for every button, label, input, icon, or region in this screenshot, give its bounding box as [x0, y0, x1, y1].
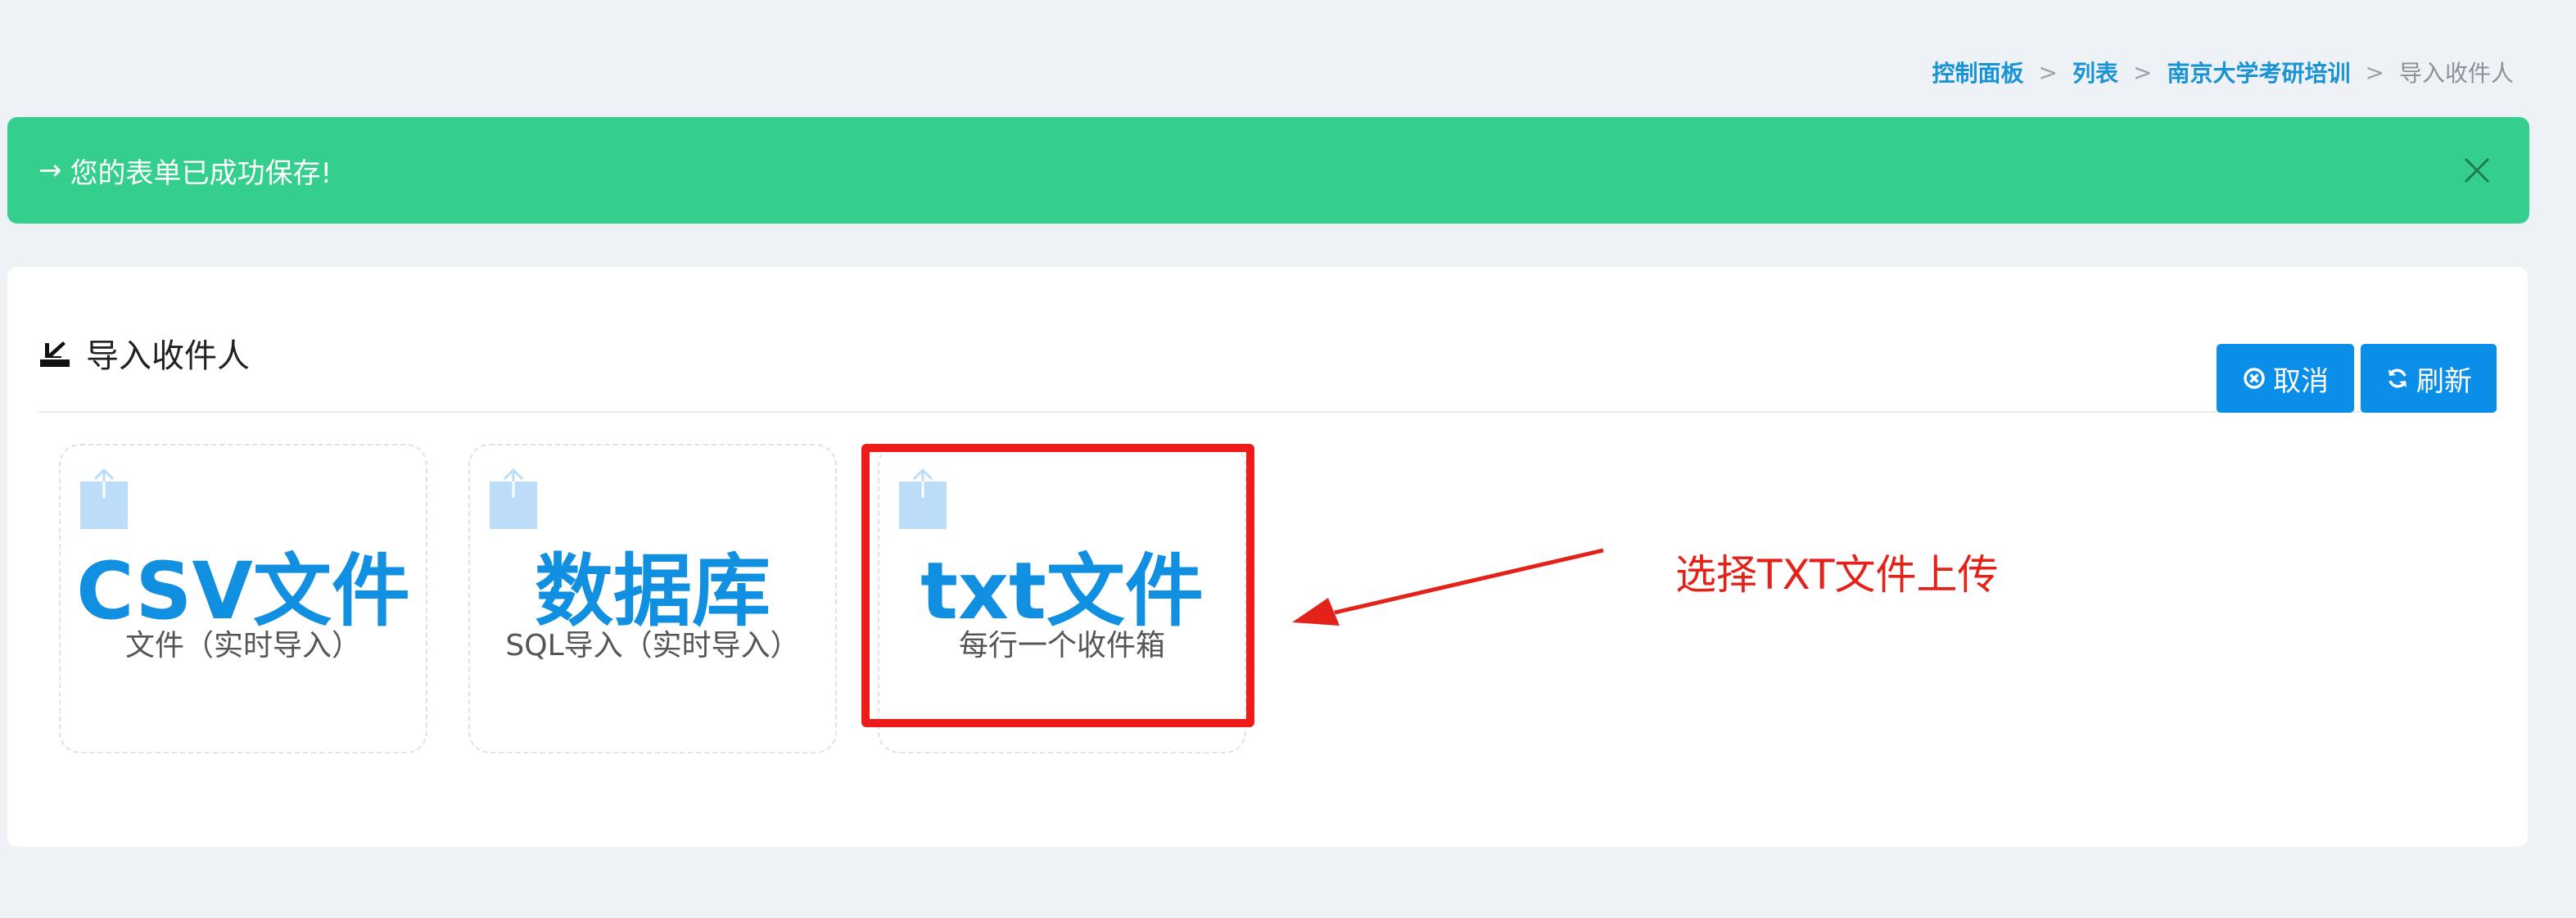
annotation-text: 选择TXT文件上传 [1675, 551, 1999, 599]
success-alert: → 您的表单已成功保存! [7, 117, 2529, 224]
breadcrumb-dashboard[interactable]: 控制面板 [1932, 56, 2024, 88]
breadcrumb-separator: > [2133, 58, 2153, 86]
alert-message: 您的表单已成功保存! [70, 156, 332, 190]
annotation-highlight-box [861, 444, 1254, 727]
import-card-database[interactable]: 数据库 SQL导入（实时导入） [468, 444, 837, 753]
upload-icon [80, 468, 128, 529]
upload-icon [490, 468, 537, 529]
breadcrumb-current: 导入收件人 [2398, 60, 2514, 87]
refresh-icon [2388, 369, 2407, 388]
refresh-button-label: 刷新 [2416, 364, 2472, 398]
import-card-csv[interactable]: CSV文件 文件（实时导入） [59, 444, 427, 753]
close-icon[interactable] [2461, 154, 2493, 187]
annotation-arrow [1292, 548, 1604, 626]
panel-title-text: 导入收件人 [86, 337, 250, 375]
cancel-button-label: 取消 [2273, 364, 2329, 398]
breadcrumb-list[interactable]: 列表 [2072, 56, 2118, 88]
card-subtitle: SQL导入（实时导入） [505, 629, 800, 662]
breadcrumb-separator: > [2365, 58, 2384, 86]
import-icon [40, 341, 70, 367]
breadcrumb: 控制面板 > 列表 > 南京大学考研培训 > 导入收件人 [1932, 56, 2514, 88]
breadcrumb-separator: > [2038, 58, 2059, 86]
breadcrumb-list-name[interactable]: 南京大学考研培训 [2167, 56, 2351, 88]
panel-title: 导入收件人 [38, 329, 250, 377]
card-subtitle: 文件（实时导入） [124, 629, 361, 662]
panel-header: 导入收件人 取消 刷新 [38, 319, 2497, 413]
cancel-circle-icon [2244, 368, 2265, 389]
arrow-right-icon: → [38, 154, 62, 187]
cancel-button[interactable]: 取消 [2217, 344, 2354, 413]
refresh-button[interactable]: 刷新 [2361, 344, 2497, 413]
